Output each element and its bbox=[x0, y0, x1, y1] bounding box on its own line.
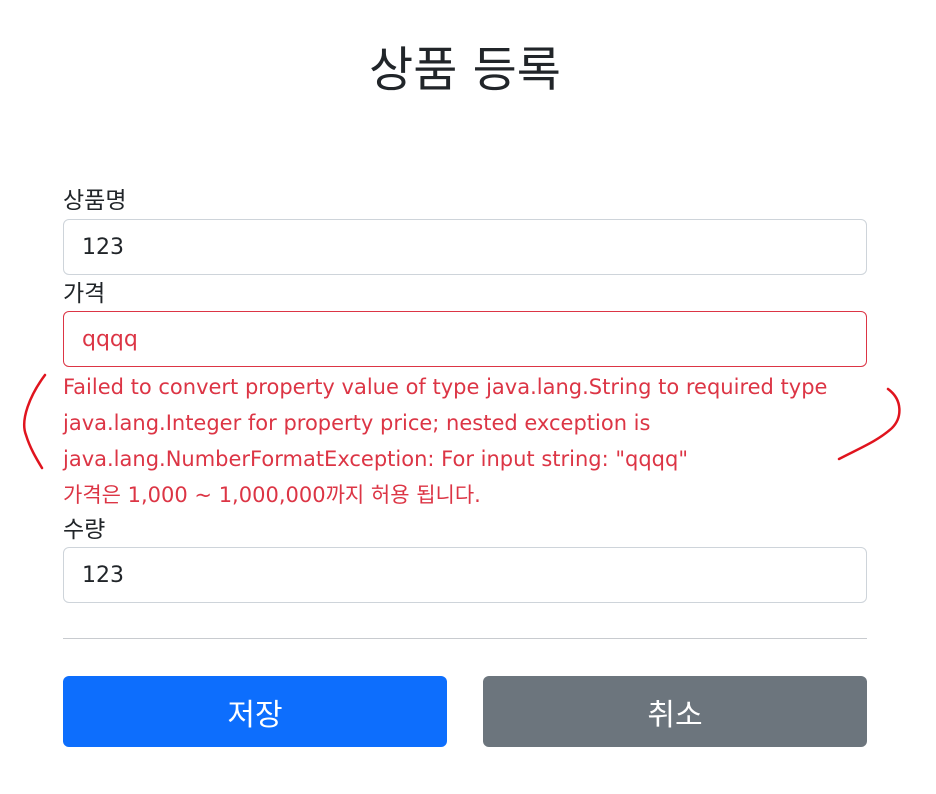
page-title: 상품 등록 bbox=[369, 42, 561, 98]
price-error-line: Failed to convert property value of type… bbox=[63, 375, 828, 399]
price-range-error-line: 가격은 1,000 ~ 1,000,000까지 허용 됩니다. bbox=[63, 483, 481, 507]
price-error-line: java.lang.Integer for property price; ne… bbox=[63, 411, 651, 435]
quantity-input[interactable] bbox=[63, 547, 867, 603]
price-input[interactable] bbox=[63, 311, 867, 367]
item-name-label: 상품명 bbox=[63, 188, 127, 214]
item-name-input[interactable] bbox=[63, 219, 867, 275]
price-label: 가격 bbox=[63, 281, 106, 307]
divider bbox=[63, 638, 867, 639]
save-button[interactable]: 저장 bbox=[63, 676, 447, 747]
price-error-line: java.lang.NumberFormatException: For inp… bbox=[63, 447, 689, 471]
cancel-button[interactable]: 취소 bbox=[483, 676, 867, 747]
left-bracket-annotation bbox=[23, 373, 47, 470]
price-error-message: Failed to convert property value of type… bbox=[63, 369, 873, 513]
quantity-label: 수량 bbox=[63, 517, 106, 543]
